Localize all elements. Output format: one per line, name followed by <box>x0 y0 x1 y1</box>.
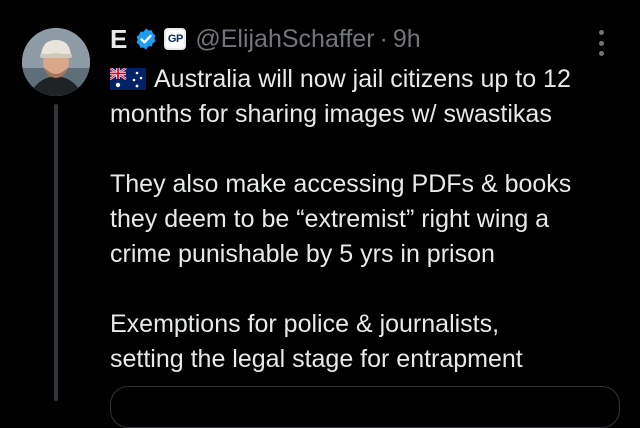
author-name[interactable]: E <box>110 24 127 55</box>
tweet-text: Australia will now jail citizens up to 1… <box>110 62 630 377</box>
separator-dot: · <box>379 24 388 53</box>
more-dot <box>598 51 604 56</box>
affiliation-badge[interactable]: GP <box>164 28 187 50</box>
tweet-line: they deem to be “extremist” right wing a <box>110 205 550 233</box>
timestamp[interactable]: 9h <box>393 25 421 54</box>
more-dot <box>598 40 604 46</box>
more-dot <box>598 30 604 35</box>
tweet-line: Australia will now jail citizens up to 1… <box>110 62 630 97</box>
author-handle[interactable]: @ElijahSchaffer <box>195 25 374 54</box>
australia-flag-icon <box>110 68 146 90</box>
more-options-icon[interactable] <box>590 30 612 56</box>
avatar-image <box>22 28 90 96</box>
tweet[interactable]: E GP @ElijahSchaffer · 9h Australia will… <box>0 0 640 428</box>
tweet-line: crime punishable by 5 yrs in prison <box>110 240 495 268</box>
thread-line <box>54 104 58 401</box>
tweet-line: setting the legal stage for entrapment <box>110 345 523 373</box>
tweet-line: They also make accessing PDFs & books <box>110 170 572 198</box>
tweet-line-text: Australia will now jail citizens up to 1… <box>154 65 571 93</box>
tweet-line: Exemptions for police & journalists, <box>110 310 500 338</box>
verified-check-icon <box>136 28 156 50</box>
tweet-line: months for sharing images w/ swastikas <box>110 100 552 128</box>
tweet-header: E GP @ElijahSchaffer · 9h <box>110 22 421 56</box>
embedded-card[interactable] <box>110 386 620 428</box>
avatar[interactable] <box>22 28 90 96</box>
